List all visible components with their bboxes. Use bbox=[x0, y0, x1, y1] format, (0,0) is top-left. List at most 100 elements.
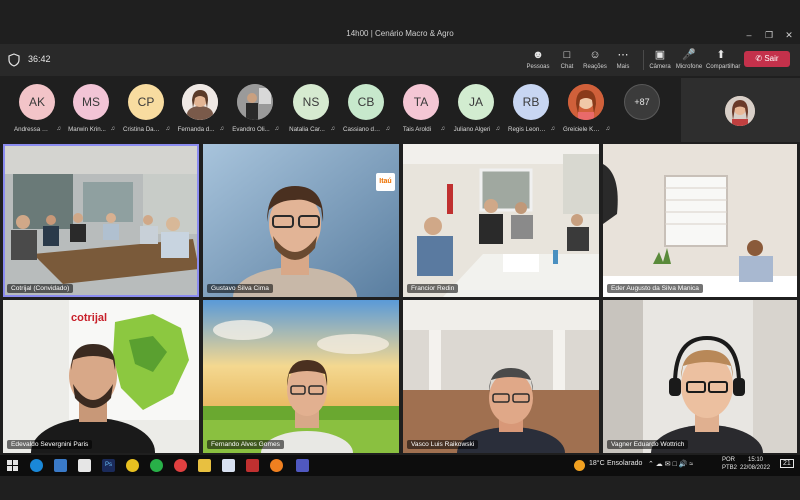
more-button[interactable]: ⋯ Mais bbox=[608, 48, 638, 74]
participants-strip: AK Andressa Kr... ♫ MS Marwin Krin... ♫ … bbox=[0, 76, 800, 140]
video-tile[interactable]: Eder Augusto da Silva Manica bbox=[603, 144, 797, 297]
windows-start-icon[interactable] bbox=[6, 459, 19, 472]
weather-sun-icon[interactable] bbox=[574, 460, 585, 471]
participant-name: Tais Aroldi bbox=[402, 126, 432, 133]
video-feed bbox=[603, 300, 797, 453]
participant-avatar[interactable]: Fernanda d... ♫ bbox=[174, 84, 226, 136]
chrome-alt-icon[interactable] bbox=[174, 459, 187, 472]
participant-name: Regis Leona... bbox=[508, 126, 548, 133]
people-label: Pessoas bbox=[526, 64, 550, 70]
keyboard-layout[interactable]: PTB2 bbox=[722, 465, 737, 471]
participant-name: Fernanda d... bbox=[177, 126, 215, 133]
video-feed bbox=[603, 144, 797, 297]
self-view[interactable] bbox=[681, 78, 800, 142]
edge-icon[interactable] bbox=[30, 459, 43, 472]
mic-off-icon: ♫ bbox=[56, 126, 62, 132]
leave-button[interactable]: ✆ Sair bbox=[744, 51, 790, 67]
weather-temperature[interactable]: 18°C bbox=[589, 460, 605, 467]
more-participants-button[interactable]: +87 bbox=[616, 84, 668, 136]
close-icon[interactable]: ✕ bbox=[782, 28, 796, 42]
video-tile[interactable]: cotrijal Edevaldo Severgnini Paris bbox=[3, 300, 199, 453]
participant-name-label: Vasco Luis Raikowski bbox=[407, 440, 479, 449]
weather-label[interactable]: Ensolarado bbox=[607, 460, 642, 467]
microphone-button[interactable]: 🎤 Microfone bbox=[674, 48, 704, 74]
clock-date[interactable]: 22/08/2022 bbox=[740, 465, 770, 471]
avatar: TA bbox=[403, 84, 439, 120]
people-button[interactable]: ☻ Pessoas bbox=[523, 48, 553, 74]
avatar: NS bbox=[293, 84, 329, 120]
clock-time[interactable]: 15:10 bbox=[748, 457, 763, 463]
participant-avatar[interactable]: Evandro Oli... ♫ bbox=[229, 84, 281, 136]
mic-off-icon: ♫ bbox=[385, 126, 391, 132]
participant-avatar[interactable]: MS Marwin Krin... ♫ bbox=[65, 84, 117, 136]
video-tile[interactable]: Francior Redin bbox=[403, 144, 599, 297]
more-icon: ⋯ bbox=[617, 49, 629, 61]
bank-logo: Itaú bbox=[376, 173, 395, 191]
meeting-timer: 36:42 bbox=[28, 54, 51, 64]
participant-name-label: Cotrijal (Convidado) bbox=[7, 284, 74, 293]
teams-icon[interactable] bbox=[296, 459, 309, 472]
tray-icons[interactable]: ⌃ ☁ ✉ □ 🔊 ≈ bbox=[648, 460, 693, 468]
video-tile[interactable]: Cotrijal (Convidado) bbox=[3, 144, 199, 297]
folder-icon[interactable] bbox=[198, 459, 211, 472]
chat-button[interactable]: □ Chat bbox=[552, 48, 582, 74]
participant-avatar[interactable]: CB Cassiano de... ♫ bbox=[340, 84, 392, 136]
share-label: Compartilhar bbox=[706, 64, 741, 70]
participant-avatar[interactable]: RB Regis Leona... ♫ bbox=[505, 84, 557, 136]
toolbar-divider bbox=[643, 50, 644, 70]
participant-name: Cassiano de... bbox=[343, 126, 383, 133]
avatar: MS bbox=[73, 84, 109, 120]
participant-name: Marwin Krin... bbox=[68, 126, 106, 133]
minimize-icon[interactable]: – bbox=[742, 28, 756, 42]
avatar-photo bbox=[237, 84, 273, 120]
participant-name: Greiciele Ko... bbox=[563, 126, 602, 133]
participant-avatar[interactable]: TA Tais Aroldi ♫ bbox=[395, 84, 447, 136]
camera-label: Câmera bbox=[649, 64, 671, 70]
participant-name: Cristina Dal ... bbox=[123, 126, 162, 133]
more-label: Mais bbox=[616, 64, 630, 70]
overflow-count: +87 bbox=[624, 84, 660, 120]
acrobat-icon[interactable] bbox=[246, 459, 259, 472]
video-tile[interactable]: Itaú Gustavo Silva Cima bbox=[203, 144, 399, 297]
restore-icon[interactable]: ❐ bbox=[762, 28, 776, 42]
microphone-icon: 🎤 bbox=[682, 49, 696, 61]
reactions-button[interactable]: ☺ Reações bbox=[580, 48, 610, 74]
participant-avatar[interactable]: CP Cristina Dal ... ♫ bbox=[120, 84, 172, 136]
avatar-photo bbox=[182, 84, 218, 120]
video-tile[interactable]: Fernando Alves Gomes bbox=[203, 300, 399, 453]
video-feed bbox=[403, 300, 599, 453]
store-icon[interactable] bbox=[54, 459, 67, 472]
participant-avatar[interactable]: Greiciele Ko... ♫ bbox=[560, 84, 612, 136]
chat-icon: □ bbox=[563, 49, 571, 61]
notepad-icon[interactable] bbox=[222, 459, 235, 472]
leave-label: Sair bbox=[764, 54, 779, 63]
mic-off-icon: ♫ bbox=[495, 126, 501, 132]
language-indicator[interactable]: POR bbox=[722, 457, 735, 463]
brand-logo: cotrijal bbox=[71, 312, 108, 324]
photoshop-icon[interactable]: Ps bbox=[102, 459, 115, 472]
video-feed bbox=[3, 144, 199, 297]
mic-off-icon: ♫ bbox=[274, 126, 280, 132]
avatar: JA bbox=[458, 84, 494, 120]
mic-off-icon: ♫ bbox=[165, 126, 171, 132]
participant-avatar[interactable]: NS Natalia Car... ♫ bbox=[285, 84, 337, 136]
camera-button[interactable]: ▣ Câmera bbox=[645, 48, 675, 74]
mic-off-icon: ♫ bbox=[550, 126, 556, 132]
document-icon[interactable] bbox=[78, 459, 91, 472]
participant-avatar[interactable]: AK Andressa Kr... ♫ bbox=[11, 84, 63, 136]
share-button[interactable]: ⬆ Compartilhar bbox=[706, 48, 741, 74]
participant-name-label: Fernando Alves Gomes bbox=[207, 440, 284, 449]
avatar: CP bbox=[128, 84, 164, 120]
mic-off-icon: ♫ bbox=[110, 126, 116, 132]
mic-off-icon: ♫ bbox=[219, 126, 225, 132]
video-tile[interactable]: Vagner Eduardo Wottrich bbox=[603, 300, 797, 453]
notification-badge[interactable]: 21 bbox=[780, 459, 794, 468]
video-tile[interactable]: Vasco Luis Raikowski bbox=[403, 300, 599, 453]
teams-window: 14h00 | Cenário Macro & Agro – ❐ ✕ 36:42… bbox=[0, 0, 800, 500]
participant-avatar[interactable]: JA Juliano Algeri ♫ bbox=[450, 84, 502, 136]
avatar: CB bbox=[348, 84, 384, 120]
vlc-icon[interactable] bbox=[270, 459, 283, 472]
whatsapp-icon[interactable] bbox=[150, 459, 163, 472]
chrome-icon[interactable] bbox=[126, 459, 139, 472]
title-bar: 14h00 | Cenário Macro & Agro – ❐ ✕ bbox=[0, 26, 800, 44]
